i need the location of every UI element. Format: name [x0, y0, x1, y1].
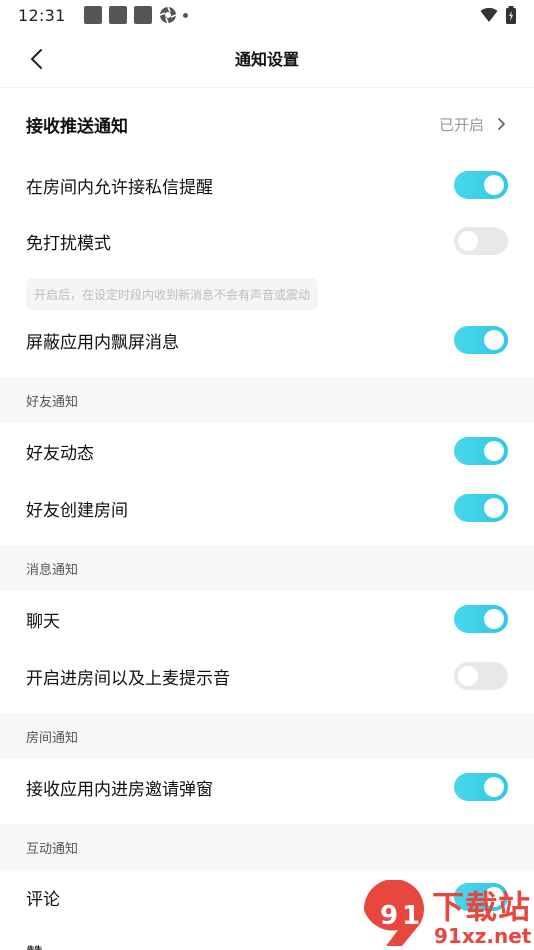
setting-row-room-invite: 接收应用内进房邀请弹窗 [0, 759, 534, 815]
setting-row-chat: 聊天 [0, 591, 534, 647]
setting-label: 在房间内允许接私信提醒 [26, 177, 213, 198]
setting-label: 聊天 [26, 611, 60, 632]
toggle-knob [484, 609, 504, 629]
block-float-toggle[interactable] [454, 326, 508, 354]
dnd-toggle[interactable] [454, 227, 508, 255]
toggle-knob [484, 498, 504, 518]
setting-label: 屏蔽应用内飘屏消息 [26, 332, 179, 353]
room-invite-toggle[interactable] [454, 773, 508, 801]
toggle-knob [458, 231, 478, 251]
push-status: 已开启 [438, 115, 484, 134]
svg-text:9: 9 [380, 901, 398, 931]
section-header-messages: 消息通知 [0, 545, 534, 591]
room-sound-toggle[interactable] [454, 662, 508, 690]
svg-text:1: 1 [402, 901, 420, 931]
dnd-hint: 开启后，在设定时段内收到新消息不会有声音或震动 [26, 278, 319, 310]
toggle-knob [484, 777, 504, 797]
watermark-url: 91xz.net [434, 924, 532, 948]
setting-row-friend-activity: 好友动态 [0, 423, 534, 479]
friend-activity-toggle[interactable] [454, 437, 508, 465]
setting-row-private-msg: 在房间内允许接私信提醒 [0, 157, 534, 213]
status-time: 12:31 [18, 5, 66, 25]
toggle-knob [484, 330, 504, 350]
setting-label: 好友创建房间 [26, 500, 128, 521]
battery-icon [506, 6, 516, 24]
watermark-logo: 9 1 下载站 91xz.net [360, 879, 534, 950]
toggle-knob [458, 666, 478, 686]
page-title: 通知设置 [234, 50, 299, 69]
section-header-interaction: 互动通知 [0, 824, 534, 870]
section-header-room: 房间通知 [0, 713, 534, 759]
private-msg-toggle[interactable] [454, 171, 508, 199]
friend-room-toggle[interactable] [454, 494, 508, 522]
toggle-knob [484, 175, 504, 195]
setting-label: 赞 [26, 940, 43, 950]
setting-label: 接收应用内进房邀请弹窗 [26, 779, 213, 800]
more-notifications-icon [182, 12, 188, 18]
aperture-icon [159, 6, 176, 24]
notification-icon [83, 6, 102, 24]
chat-toggle[interactable] [454, 605, 508, 633]
toggle-knob [484, 441, 504, 461]
chevron-right-icon [498, 118, 505, 130]
notification-icon [133, 6, 152, 24]
setting-row-dnd: 免打扰模式 [0, 213, 534, 269]
setting-row-room-sound: 开启进房间以及上麦提示音 [0, 648, 534, 704]
push-notification-label: 接收推送通知 [26, 116, 128, 137]
setting-row-block-float: 屏蔽应用内飘屏消息 [0, 312, 534, 368]
setting-label: 评论 [26, 889, 60, 910]
push-notification-row[interactable]: 接收推送通知 已开启 [0, 96, 534, 152]
setting-label: 免打扰模式 [26, 233, 111, 254]
setting-row-friend-room: 好友创建房间 [0, 480, 534, 536]
setting-label: 开启进房间以及上麦提示音 [26, 668, 230, 689]
nav-bar: 通知设置 [0, 30, 534, 88]
setting-label: 好友动态 [26, 443, 94, 464]
watermark-brand: 下载站 [432, 888, 532, 926]
notification-icon [108, 6, 127, 24]
section-header-friends: 好友通知 [0, 377, 534, 423]
status-bar: 12:31 [0, 0, 534, 30]
wifi-icon [480, 7, 498, 22]
